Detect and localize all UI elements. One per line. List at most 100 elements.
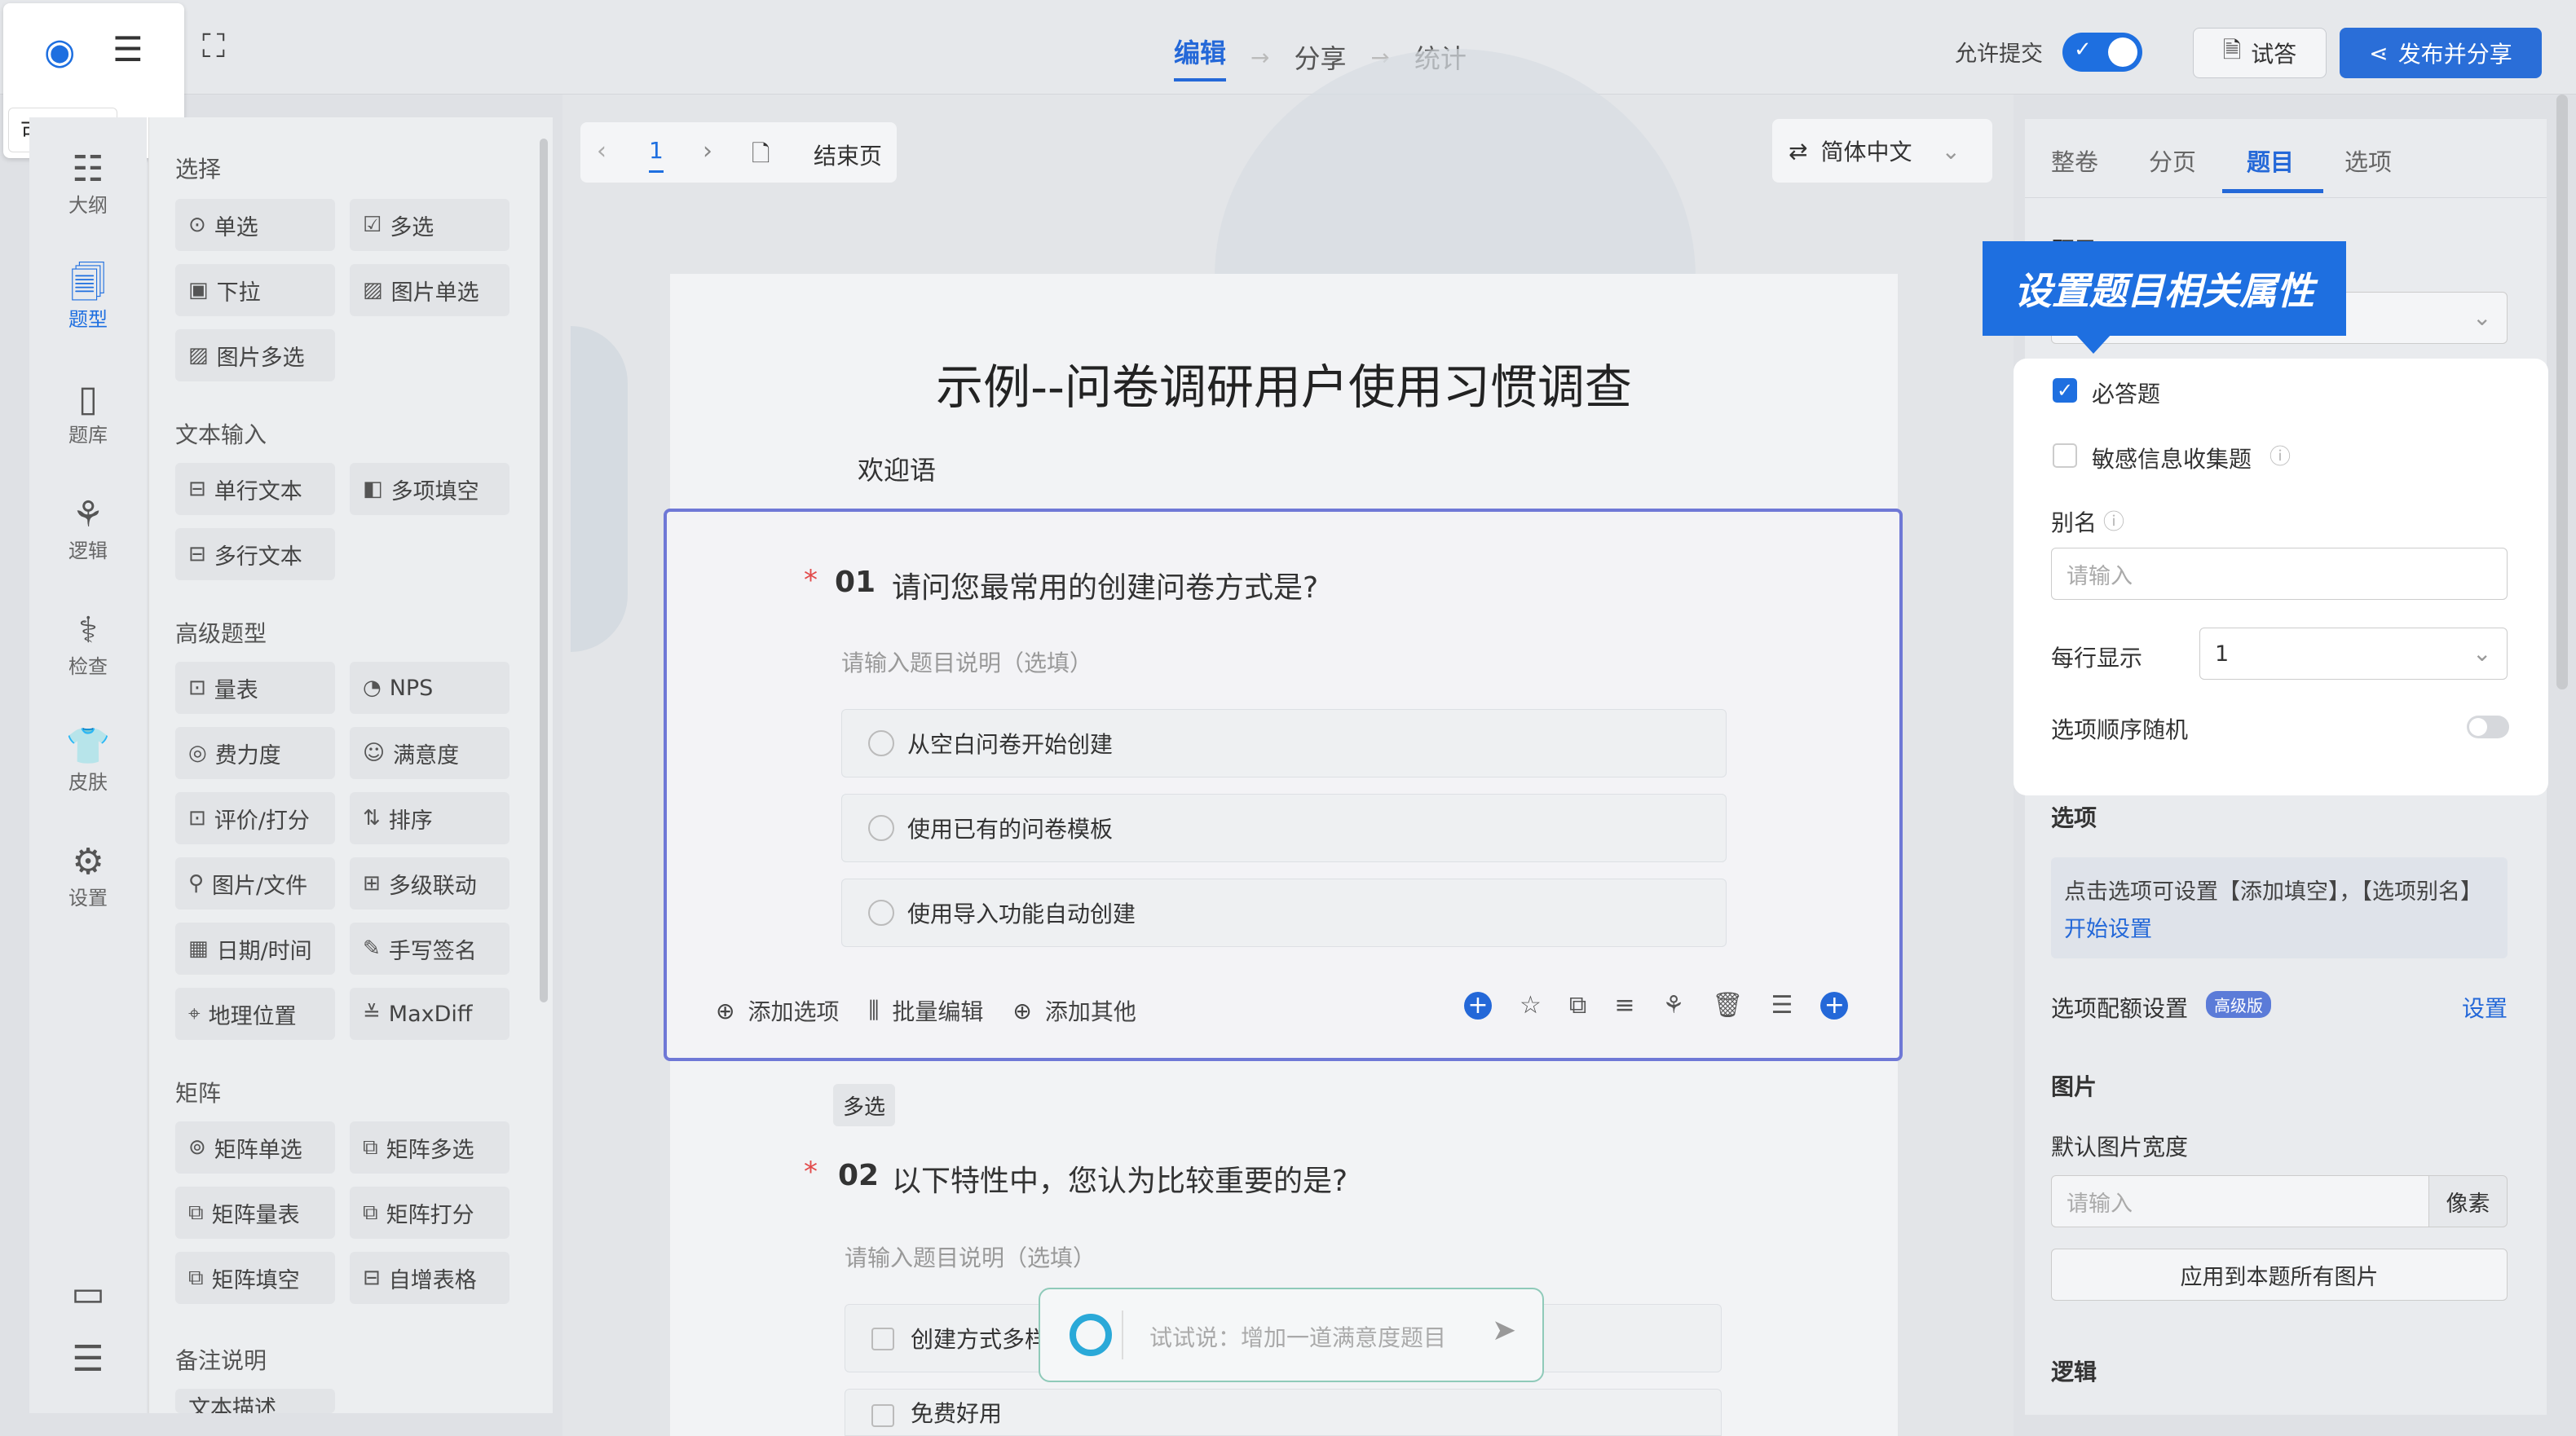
type-image-multi[interactable]: ▨ 图片多选 bbox=[175, 329, 335, 381]
nav-skin[interactable]: 👕 皮肤 bbox=[29, 727, 147, 795]
required-star: * bbox=[804, 1156, 818, 1188]
shirt-icon: 👕 bbox=[65, 725, 111, 767]
delete-icon[interactable]: 🗑 bbox=[1712, 991, 1743, 1020]
outline-list-icon[interactable]: ☰ bbox=[112, 29, 143, 69]
option-item[interactable]: 从空白问卷开始创建 bbox=[841, 709, 1727, 777]
shuffle-toggle[interactable] bbox=[2467, 716, 2509, 738]
type-remark-partial[interactable]: 文本描述 bbox=[175, 1389, 335, 1413]
nav-logic[interactable]: ⚘ 逻辑 bbox=[29, 496, 147, 563]
question-description[interactable]: 请输入题目说明（选填） bbox=[841, 645, 1092, 678]
type-multi-fill[interactable]: ◧ 多项填空 bbox=[350, 463, 509, 515]
eye-icon[interactable]: ◉ bbox=[44, 31, 75, 73]
tab-option[interactable]: 选项 bbox=[2344, 143, 2392, 178]
type-cascade[interactable]: ⊞ 多级联动 bbox=[350, 857, 509, 910]
question-description[interactable]: 请输入题目说明（选填） bbox=[845, 1240, 1096, 1273]
help-icon[interactable]: ⓘ bbox=[2269, 440, 2291, 470]
type-matrix-rating[interactable]: ⧉ 矩阵打分 bbox=[350, 1187, 509, 1239]
type-image-file[interactable]: ⚲ 图片/文件 bbox=[175, 857, 335, 910]
question-text[interactable]: 请问您最常用的创建问卷方式是? bbox=[892, 564, 1318, 606]
type-signature[interactable]: ✎ 手写签名 bbox=[350, 923, 509, 975]
collapse-icon[interactable]: ☰ bbox=[29, 1340, 147, 1379]
logic-icon: ⚘ bbox=[72, 494, 104, 535]
image-icon: ▨ bbox=[363, 278, 383, 302]
type-auto-table[interactable]: ⊟ 自增表格 bbox=[350, 1252, 509, 1304]
type-maxdiff[interactable]: ≚ MaxDiff bbox=[350, 988, 509, 1040]
right-scrollbar[interactable] bbox=[2556, 95, 2568, 689]
type-dropdown[interactable]: ▣ 下拉 bbox=[175, 264, 335, 316]
step-share[interactable]: 分享 bbox=[1294, 38, 1346, 76]
type-sort[interactable]: ⇅ 排序 bbox=[350, 792, 509, 844]
gauge-icon: ◔ bbox=[363, 676, 382, 700]
type-matrix-fill[interactable]: ⧉ 矩阵填空 bbox=[175, 1252, 335, 1304]
nav-bank[interactable]: ▯ 题库 bbox=[29, 380, 147, 447]
type-matrix-scale[interactable]: ⧉ 矩阵量表 bbox=[175, 1187, 335, 1239]
question-text[interactable]: 以下特性中，您认为比较重要的是? bbox=[892, 1157, 1348, 1200]
batch-edit-button[interactable]: 批量编辑 bbox=[892, 994, 983, 1027]
sensitive-checkbox[interactable] bbox=[2053, 443, 2077, 468]
question-1[interactable]: * 01 请问您最常用的创建问卷方式是? 请输入题目说明（选填） 从空白问卷开始… bbox=[664, 509, 1903, 1061]
alias-input[interactable]: 请输入 bbox=[2051, 548, 2508, 600]
tab-question[interactable]: 题目 bbox=[2247, 143, 2294, 178]
add-question-icon[interactable]: + bbox=[1820, 991, 1849, 1020]
add-option-button[interactable]: 添加选项 bbox=[748, 994, 839, 1027]
try-button[interactable]: 🗎 试答 bbox=[2193, 28, 2327, 78]
type-matrix-single[interactable]: ⊚ 矩阵单选 bbox=[175, 1121, 335, 1174]
ai-input[interactable]: 试试说：增加一道满意度题目 bbox=[1149, 1320, 1446, 1353]
option-item[interactable]: 使用导入功能自动创建 bbox=[841, 879, 1727, 947]
comment-icon[interactable]: ▭ bbox=[29, 1275, 147, 1314]
apply-all-images-button[interactable]: 应用到本题所有图片 bbox=[2051, 1249, 2508, 1301]
option-item[interactable]: 免费好用 bbox=[845, 1389, 1722, 1436]
chevron-right-icon[interactable]: › bbox=[703, 137, 712, 165]
publish-button[interactable]: ⋖ 发布并分享 bbox=[2340, 28, 2542, 78]
type-rating[interactable]: ⊡ 评价/打分 bbox=[175, 792, 335, 844]
publish-label: 发布并分享 bbox=[2397, 41, 2512, 68]
type-nps[interactable]: ◔ NPS bbox=[350, 662, 509, 714]
nav-outline[interactable]: ☷ 大纲 bbox=[29, 150, 147, 218]
allow-submit-toggle[interactable]: ✓ bbox=[2062, 33, 2142, 72]
type-datetime[interactable]: ▦ 日期/时间 bbox=[175, 923, 335, 975]
fullscreen-icon[interactable]: ⛶ bbox=[202, 28, 225, 65]
type-multi-choice[interactable]: ☑ 多选 bbox=[350, 199, 509, 251]
tab-page[interactable]: 分页 bbox=[2149, 143, 2196, 178]
per-row-label: 每行显示 bbox=[2051, 645, 2143, 672]
add-question-icon[interactable]: + bbox=[1464, 991, 1492, 1020]
ai-assistant-bar[interactable]: 试试说：增加一道满意度题目 ➤ bbox=[1039, 1288, 1544, 1382]
type-matrix-multi[interactable]: ⧉ 矩阵多选 bbox=[350, 1121, 509, 1174]
step-edit[interactable]: 编辑 bbox=[1174, 33, 1227, 81]
option-item[interactable]: 使用已有的问卷模板 bbox=[841, 794, 1727, 862]
required-checkbox[interactable]: ✓ bbox=[2053, 378, 2077, 403]
survey-title[interactable]: 示例--问卷调研用户使用习惯调查 bbox=[670, 349, 1898, 417]
logic-icon[interactable]: ⚘ bbox=[1662, 991, 1684, 1020]
star-icon[interactable]: ☆ bbox=[1520, 991, 1542, 1020]
type-location[interactable]: ⌖ 地理位置 bbox=[175, 988, 335, 1040]
language-select[interactable]: ⇄ 简体中文 ⌄ bbox=[1772, 119, 1992, 183]
question-number: 01 bbox=[835, 566, 876, 599]
send-icon[interactable]: ➤ bbox=[1492, 1314, 1516, 1347]
start-setup-link[interactable]: 开始设置 bbox=[2064, 917, 2152, 942]
nav-question-types[interactable]: 🗐 题型 bbox=[29, 264, 147, 332]
help-icon[interactable]: ⓘ bbox=[2103, 505, 2124, 535]
type-scale[interactable]: ⊡ 量表 bbox=[175, 662, 335, 714]
reorder-icon[interactable]: ≡ bbox=[1614, 991, 1634, 1020]
type-satisfaction[interactable]: ☺ 满意度 bbox=[350, 727, 509, 779]
panel-scrollbar[interactable] bbox=[540, 139, 548, 1002]
copy-icon[interactable]: ⧉ bbox=[1569, 991, 1586, 1020]
type-single-text[interactable]: ⊟ 单行文本 bbox=[175, 463, 335, 515]
nav-check[interactable]: ⚕ 检查 bbox=[29, 611, 147, 679]
more-icon[interactable]: ☰ bbox=[1771, 991, 1793, 1020]
type-multi-text[interactable]: ⊟ 多行文本 bbox=[175, 528, 335, 580]
type-single-choice[interactable]: ⊙ 单选 bbox=[175, 199, 335, 251]
quota-settings-link[interactable]: 设置 bbox=[2462, 991, 2508, 1024]
type-effort[interactable]: ◎ 费力度 bbox=[175, 727, 335, 779]
type-image-single[interactable]: ▨ 图片单选 bbox=[350, 264, 509, 316]
image-width-input[interactable]: 请输入 bbox=[2051, 1175, 2429, 1227]
decor-half-circle bbox=[571, 326, 628, 652]
per-row-select[interactable]: 1 ⌄ bbox=[2199, 628, 2508, 680]
nav-settings[interactable]: ⚙ 设置 bbox=[29, 843, 147, 910]
tab-survey[interactable]: 整卷 bbox=[2051, 143, 2098, 178]
add-other-button[interactable]: 添加其他 bbox=[1045, 994, 1136, 1027]
page-number[interactable]: 1 bbox=[649, 137, 664, 173]
chevron-left-icon[interactable]: ‹ bbox=[597, 137, 607, 165]
welcome-text[interactable]: 欢迎语 bbox=[858, 450, 936, 487]
end-page-link[interactable]: 结束页 bbox=[814, 139, 882, 171]
